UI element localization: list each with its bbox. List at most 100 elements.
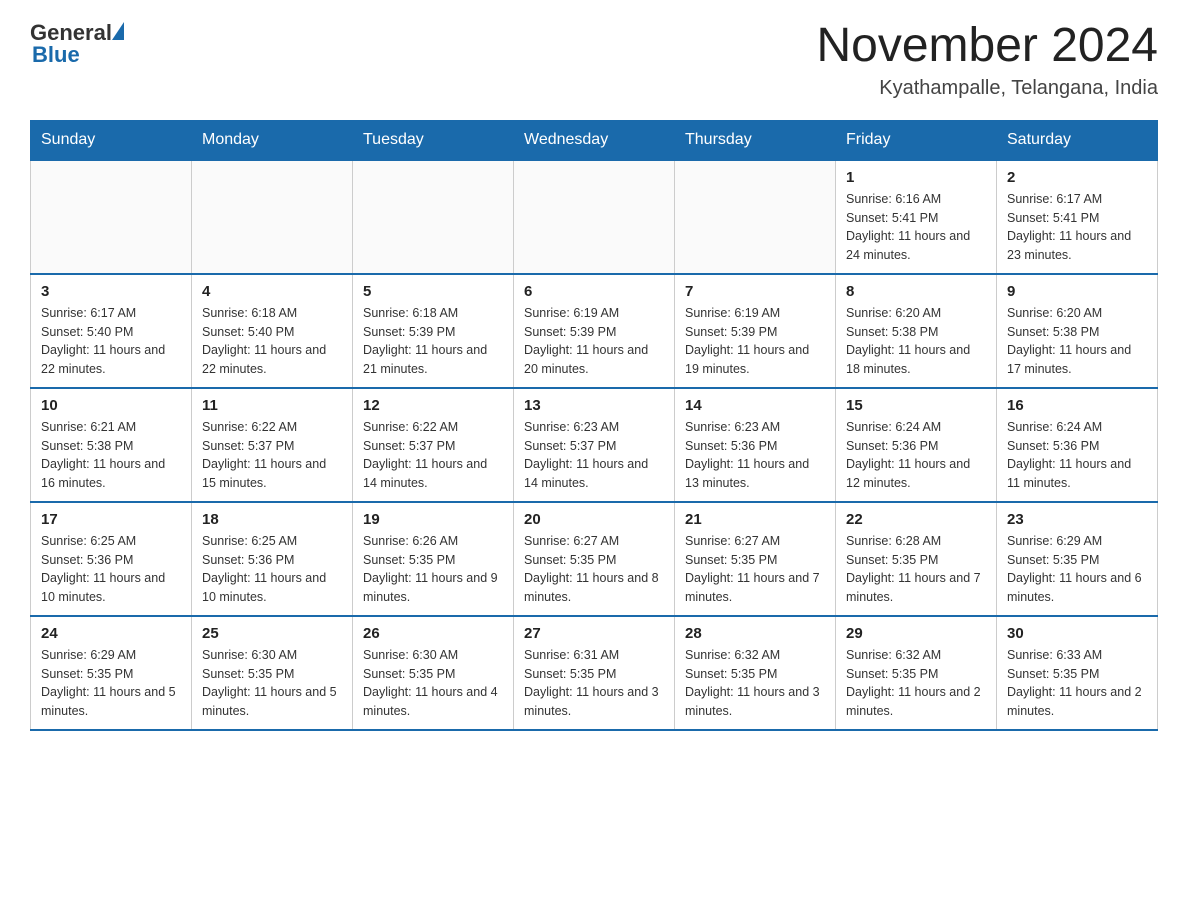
calendar-header-monday: Monday bbox=[192, 120, 353, 160]
calendar-cell: 22 Sunrise: 6:28 AM Sunset: 5:35 PM Dayli… bbox=[836, 502, 997, 616]
day-info: Sunrise: 6:30 AM Sunset: 5:35 PM Dayligh… bbox=[202, 646, 342, 721]
calendar-cell: 3 Sunrise: 6:17 AM Sunset: 5:40 PM Daylig… bbox=[31, 274, 192, 388]
day-number: 10 bbox=[41, 397, 181, 414]
day-info: Sunrise: 6:20 AM Sunset: 5:38 PM Dayligh… bbox=[1007, 304, 1147, 379]
day-number: 24 bbox=[41, 625, 181, 642]
calendar-week-2: 10 Sunrise: 6:21 AM Sunset: 5:38 PM Dayli… bbox=[31, 388, 1158, 502]
day-info: Sunrise: 6:24 AM Sunset: 5:36 PM Dayligh… bbox=[846, 418, 986, 493]
calendar-week-0: 1 Sunrise: 6:16 AM Sunset: 5:41 PM Daylig… bbox=[31, 160, 1158, 274]
logo-blue-text: Blue bbox=[32, 42, 80, 68]
day-info: Sunrise: 6:17 AM Sunset: 5:41 PM Dayligh… bbox=[1007, 190, 1147, 265]
day-number: 22 bbox=[846, 511, 986, 528]
calendar-cell: 1 Sunrise: 6:16 AM Sunset: 5:41 PM Daylig… bbox=[836, 160, 997, 274]
day-info: Sunrise: 6:32 AM Sunset: 5:35 PM Dayligh… bbox=[685, 646, 825, 721]
logo-triangle-icon bbox=[112, 22, 124, 40]
calendar-cell: 12 Sunrise: 6:22 AM Sunset: 5:37 PM Dayli… bbox=[353, 388, 514, 502]
calendar-header-sunday: Sunday bbox=[31, 120, 192, 160]
day-number: 20 bbox=[524, 511, 664, 528]
day-number: 6 bbox=[524, 283, 664, 300]
day-info: Sunrise: 6:22 AM Sunset: 5:37 PM Dayligh… bbox=[202, 418, 342, 493]
day-info: Sunrise: 6:29 AM Sunset: 5:35 PM Dayligh… bbox=[1007, 532, 1147, 607]
day-info: Sunrise: 6:33 AM Sunset: 5:35 PM Dayligh… bbox=[1007, 646, 1147, 721]
calendar-cell: 10 Sunrise: 6:21 AM Sunset: 5:38 PM Dayli… bbox=[31, 388, 192, 502]
day-number: 7 bbox=[685, 283, 825, 300]
day-info: Sunrise: 6:30 AM Sunset: 5:35 PM Dayligh… bbox=[363, 646, 503, 721]
calendar-cell: 29 Sunrise: 6:32 AM Sunset: 5:35 PM Dayli… bbox=[836, 616, 997, 730]
calendar-cell: 4 Sunrise: 6:18 AM Sunset: 5:40 PM Daylig… bbox=[192, 274, 353, 388]
calendar-cell: 18 Sunrise: 6:25 AM Sunset: 5:36 PM Dayli… bbox=[192, 502, 353, 616]
day-number: 17 bbox=[41, 511, 181, 528]
day-info: Sunrise: 6:28 AM Sunset: 5:35 PM Dayligh… bbox=[846, 532, 986, 607]
calendar-cell: 14Sunrise: 6:23 AM Sunset: 5:36 PM Dayli… bbox=[675, 388, 836, 502]
day-info: Sunrise: 6:23 AM Sunset: 5:37 PM Dayligh… bbox=[524, 418, 664, 493]
calendar-header-friday: Friday bbox=[836, 120, 997, 160]
day-info: Sunrise: 6:21 AM Sunset: 5:38 PM Dayligh… bbox=[41, 418, 181, 493]
day-info: Sunrise: 6:25 AM Sunset: 5:36 PM Dayligh… bbox=[202, 532, 342, 607]
calendar-cell bbox=[675, 160, 836, 274]
day-info: Sunrise: 6:29 AM Sunset: 5:35 PM Dayligh… bbox=[41, 646, 181, 721]
calendar-cell: 19 Sunrise: 6:26 AM Sunset: 5:35 PM Dayli… bbox=[353, 502, 514, 616]
calendar-cell: 8Sunrise: 6:20 AM Sunset: 5:38 PM Daylig… bbox=[836, 274, 997, 388]
day-number: 19 bbox=[363, 511, 503, 528]
day-number: 1 bbox=[846, 169, 986, 186]
day-number: 29 bbox=[846, 625, 986, 642]
day-info: Sunrise: 6:26 AM Sunset: 5:35 PM Dayligh… bbox=[363, 532, 503, 607]
day-info: Sunrise: 6:27 AM Sunset: 5:35 PM Dayligh… bbox=[685, 532, 825, 607]
day-number: 3 bbox=[41, 283, 181, 300]
day-number: 16 bbox=[1007, 397, 1147, 414]
day-info: Sunrise: 6:19 AM Sunset: 5:39 PM Dayligh… bbox=[685, 304, 825, 379]
title-block: November 2024 Kyathampalle, Telangana, I… bbox=[816, 20, 1158, 100]
day-number: 8 bbox=[846, 283, 986, 300]
day-number: 25 bbox=[202, 625, 342, 642]
calendar-cell: 16 Sunrise: 6:24 AM Sunset: 5:36 PM Dayli… bbox=[997, 388, 1158, 502]
day-number: 9 bbox=[1007, 283, 1147, 300]
day-number: 21 bbox=[685, 511, 825, 528]
calendar-week-3: 17 Sunrise: 6:25 AM Sunset: 5:36 PM Dayli… bbox=[31, 502, 1158, 616]
day-number: 14 bbox=[685, 397, 825, 414]
calendar-cell: 26 Sunrise: 6:30 AM Sunset: 5:35 PM Dayli… bbox=[353, 616, 514, 730]
calendar-cell: 21 Sunrise: 6:27 AM Sunset: 5:35 PM Dayli… bbox=[675, 502, 836, 616]
calendar-cell: 23Sunrise: 6:29 AM Sunset: 5:35 PM Dayli… bbox=[997, 502, 1158, 616]
calendar-cell: 15 Sunrise: 6:24 AM Sunset: 5:36 PM Dayli… bbox=[836, 388, 997, 502]
day-info: Sunrise: 6:31 AM Sunset: 5:35 PM Dayligh… bbox=[524, 646, 664, 721]
day-number: 13 bbox=[524, 397, 664, 414]
calendar-header-thursday: Thursday bbox=[675, 120, 836, 160]
day-number: 15 bbox=[846, 397, 986, 414]
day-number: 30 bbox=[1007, 625, 1147, 642]
day-info: Sunrise: 6:17 AM Sunset: 5:40 PM Dayligh… bbox=[41, 304, 181, 379]
day-number: 28 bbox=[685, 625, 825, 642]
day-number: 27 bbox=[524, 625, 664, 642]
calendar-cell bbox=[31, 160, 192, 274]
calendar-header-tuesday: Tuesday bbox=[353, 120, 514, 160]
calendar-header-wednesday: Wednesday bbox=[514, 120, 675, 160]
day-info: Sunrise: 6:27 AM Sunset: 5:35 PM Dayligh… bbox=[524, 532, 664, 607]
calendar-cell: 27 Sunrise: 6:31 AM Sunset: 5:35 PM Dayli… bbox=[514, 616, 675, 730]
day-number: 4 bbox=[202, 283, 342, 300]
day-info: Sunrise: 6:25 AM Sunset: 5:36 PM Dayligh… bbox=[41, 532, 181, 607]
page-header: General Blue November 2024 Kyathampalle,… bbox=[30, 20, 1158, 100]
day-number: 11 bbox=[202, 397, 342, 414]
calendar-cell: 30 Sunrise: 6:33 AM Sunset: 5:35 PM Dayli… bbox=[997, 616, 1158, 730]
day-info: Sunrise: 6:19 AM Sunset: 5:39 PM Dayligh… bbox=[524, 304, 664, 379]
day-number: 26 bbox=[363, 625, 503, 642]
day-info: Sunrise: 6:18 AM Sunset: 5:39 PM Dayligh… bbox=[363, 304, 503, 379]
calendar-cell: 17 Sunrise: 6:25 AM Sunset: 5:36 PM Dayli… bbox=[31, 502, 192, 616]
calendar-cell: 9 Sunrise: 6:20 AM Sunset: 5:38 PM Daylig… bbox=[997, 274, 1158, 388]
calendar-cell: 20 Sunrise: 6:27 AM Sunset: 5:35 PM Dayli… bbox=[514, 502, 675, 616]
calendar-table: SundayMondayTuesdayWednesdayThursdayFrid… bbox=[30, 120, 1158, 731]
calendar-cell: 25 Sunrise: 6:30 AM Sunset: 5:35 PM Dayli… bbox=[192, 616, 353, 730]
day-info: Sunrise: 6:22 AM Sunset: 5:37 PM Dayligh… bbox=[363, 418, 503, 493]
day-info: Sunrise: 6:16 AM Sunset: 5:41 PM Dayligh… bbox=[846, 190, 986, 265]
calendar-week-1: 3 Sunrise: 6:17 AM Sunset: 5:40 PM Daylig… bbox=[31, 274, 1158, 388]
calendar-cell: 11 Sunrise: 6:22 AM Sunset: 5:37 PM Dayli… bbox=[192, 388, 353, 502]
day-number: 12 bbox=[363, 397, 503, 414]
day-info: Sunrise: 6:32 AM Sunset: 5:35 PM Dayligh… bbox=[846, 646, 986, 721]
day-number: 18 bbox=[202, 511, 342, 528]
calendar-cell: 7 Sunrise: 6:19 AM Sunset: 5:39 PM Daylig… bbox=[675, 274, 836, 388]
day-info: Sunrise: 6:18 AM Sunset: 5:40 PM Dayligh… bbox=[202, 304, 342, 379]
calendar-week-4: 24 Sunrise: 6:29 AM Sunset: 5:35 PM Dayli… bbox=[31, 616, 1158, 730]
calendar-cell bbox=[514, 160, 675, 274]
calendar-cell: 5Sunrise: 6:18 AM Sunset: 5:39 PM Daylig… bbox=[353, 274, 514, 388]
day-info: Sunrise: 6:24 AM Sunset: 5:36 PM Dayligh… bbox=[1007, 418, 1147, 493]
calendar-cell: 24 Sunrise: 6:29 AM Sunset: 5:35 PM Dayli… bbox=[31, 616, 192, 730]
